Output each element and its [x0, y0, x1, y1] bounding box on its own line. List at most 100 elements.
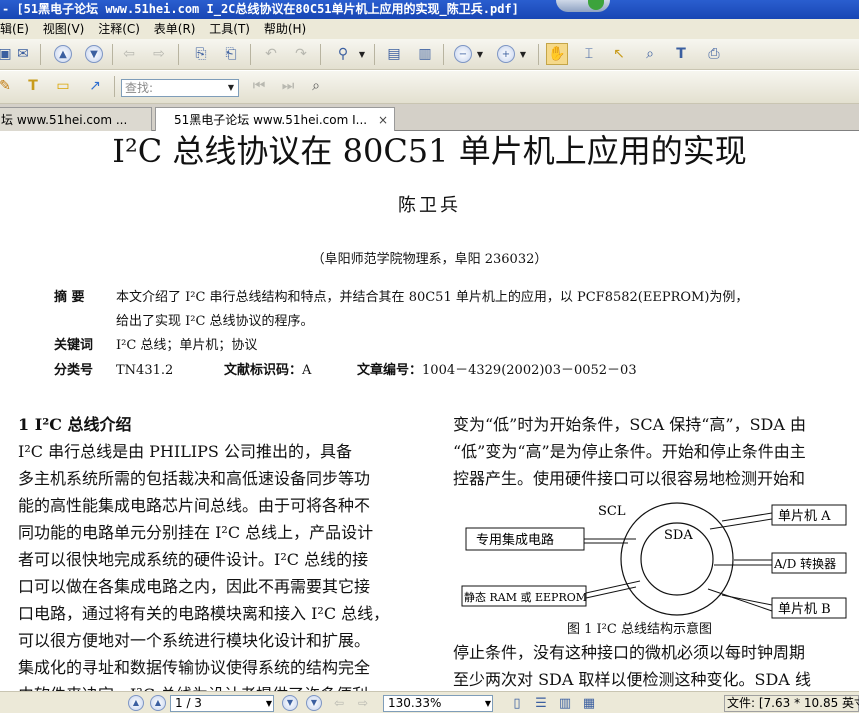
classification-label: 分类号 — [54, 363, 94, 378]
connector — [707, 588, 773, 612]
connector — [709, 518, 773, 530]
paper-affiliation: （阜阳师范学院物理系，阜阳 236032） — [311, 252, 548, 267]
previous-page-icon[interactable]: ▲ — [150, 695, 166, 711]
sticky-note-icon[interactable]: ▭ — [52, 75, 74, 97]
keywords-value: I²C 总线；单片机；协议 — [116, 338, 258, 353]
next-page-icon[interactable]: ▼ — [85, 45, 103, 63]
back-icon[interactable]: ⇦ — [118, 43, 140, 65]
section-heading: 1 I²C 总线介绍 — [18, 415, 132, 434]
statusbar: ▲ ▲ 1 / 3 ▼ ▼ ▼ ⇦ ⇨ 130.33% ▼ ▯ ☰ ▥ ▦ 文件… — [0, 691, 859, 713]
hand-tool-icon[interactable]: ✋ — [546, 43, 568, 65]
toolbar-separator — [40, 44, 41, 65]
last-page-icon[interactable]: ▼ — [306, 695, 322, 711]
continuous-facing-icon[interactable]: ▦ — [578, 692, 600, 714]
window-title: - [51黑电子论坛 www.51hei.com I_2C总线协议在80C51单… — [0, 0, 859, 19]
main-toolbar: ▣ ✉ ▲ ▼ ⇦ ⇨ ⎘ ⎗ ↶ ↷ ⚲ ▼ ▤ ▥ − ▼ + ▼ ✋ ⌶ … — [0, 39, 859, 70]
extract-page-icon[interactable]: ⎘ — [190, 43, 212, 65]
menu-view[interactable]: 视图(V) — [43, 22, 85, 36]
facing-icon[interactable]: ▥ — [554, 692, 576, 714]
box-mcu-b-label: 单片机 B — [778, 602, 831, 617]
redo-icon[interactable]: ↷ — [290, 43, 312, 65]
document-info: 文件: [7.63 * 10.85 英寸] — [724, 695, 859, 712]
single-page-icon[interactable]: ▯ — [506, 692, 528, 714]
box-mcu-a-label: 单片机 A — [778, 509, 831, 524]
doc-id-label: 文献标识码： — [224, 363, 303, 378]
search-input[interactable]: 查找: ▼ — [121, 79, 239, 97]
pencil-icon[interactable]: ✎ — [0, 75, 16, 97]
text-box-icon[interactable]: T — [22, 75, 44, 97]
zoom-dropdown-icon[interactable]: ▼ — [356, 43, 368, 65]
zoom-icon[interactable]: ⚲ — [332, 43, 354, 65]
body-line: 能的高性能集成电路芯片间总线。由于可将各种不 — [18, 496, 371, 515]
zoom-out-icon[interactable]: − — [454, 45, 472, 63]
first-page-icon[interactable]: ▲ — [128, 695, 144, 711]
forward-icon[interactable]: ⇨ — [352, 692, 374, 714]
snapshot-icon[interactable]: ⎙ — [703, 43, 725, 65]
menu-forms[interactable]: 表单(R) — [154, 22, 196, 36]
undo-icon[interactable]: ↶ — [260, 43, 282, 65]
zoom-in-dropdown-icon[interactable]: ▼ — [517, 43, 529, 65]
previous-page-icon[interactable]: ▲ — [54, 45, 72, 63]
article-no-value: 1004－4329(2002)03－0052－03 — [422, 363, 637, 378]
box-ram-label: 静态 RAM 或 EEPROM — [464, 590, 587, 604]
search-placeholder: 查找: — [125, 81, 154, 95]
find-previous-icon[interactable]: ⏮ — [248, 75, 270, 97]
body-line: 由软件来决定。I²C 总线为设计者提供了许多便利， — [18, 681, 418, 691]
continuous-icon[interactable]: ☰ — [530, 692, 552, 714]
menubar: 辑(E) 视图(V) 注释(C) 表单(R) 工具(T) 帮助(H) — [0, 19, 859, 39]
paper-author: 陈卫兵 — [398, 195, 461, 216]
doc-id-value: A — [302, 363, 312, 378]
zoom-out-dropdown-icon[interactable]: ▼ — [474, 43, 486, 65]
menu-edit[interactable]: 辑(E) — [0, 22, 29, 36]
toolbar-separator — [443, 44, 444, 65]
document-tabs: 坛 www.51hei.com ... 51黑电子论坛 www.51hei.co… — [0, 104, 859, 132]
close-icon[interactable]: × — [378, 108, 388, 132]
page-dropdown-icon[interactable]: ▼ — [266, 696, 272, 711]
document-page: I²C 总线协议在 80C51 单片机上应用的实现 陈卫兵 （阜阳师范学院物理系… — [0, 131, 859, 691]
email-icon[interactable]: ✉ — [12, 43, 34, 65]
fit-page-icon[interactable]: ▤ — [383, 43, 405, 65]
zoom-dropdown-icon[interactable]: ▼ — [485, 696, 491, 711]
find-next-icon[interactable]: ⏭ — [277, 75, 299, 97]
back-icon[interactable]: ⇦ — [328, 692, 350, 714]
tab-document-1[interactable]: 坛 www.51hei.com ... — [0, 107, 152, 131]
insert-page-icon[interactable]: ⎗ — [220, 43, 242, 65]
body-line: “低”变为“高”是为停止条件。开始和停止条件由主 — [453, 442, 806, 461]
scl-ring — [620, 502, 734, 616]
tab-label: 51黑电子论坛 www.51hei.com I... — [174, 113, 368, 127]
typewriter-icon[interactable]: T — [670, 43, 692, 65]
page-number-field[interactable]: 1 / 3 ▼ — [170, 695, 274, 712]
menu-comment[interactable]: 注释(C) — [98, 22, 140, 36]
toolbar-separator — [374, 44, 375, 65]
forward-icon[interactable]: ⇨ — [148, 43, 170, 65]
sda-label: SDA — [664, 528, 693, 543]
search-dropdown-icon[interactable]: ▼ — [224, 80, 238, 96]
left-column: 1 I²C 总线介绍 I²C 串行总线是由 PHILIPS 公司推出的，具备 多… — [18, 411, 418, 691]
next-page-icon[interactable]: ▼ — [282, 695, 298, 711]
find-icon[interactable]: ⌕ — [639, 43, 661, 65]
toolbar-separator — [112, 44, 113, 65]
select-arrow-icon[interactable]: ↖ — [608, 43, 630, 65]
figure-caption: 图 1 I²C 总线结构示意图 — [567, 622, 712, 637]
fit-width-icon[interactable]: ▥ — [414, 43, 436, 65]
menu-help[interactable]: 帮助(H) — [264, 22, 306, 36]
classification: 分类号 TN431.2 文献标识码：A 文章编号：1004－4329(2002)03－… — [54, 360, 637, 382]
keywords: 关键词 I²C 总线；单片机；协议 — [54, 335, 257, 357]
tab-document-2[interactable]: 51黑电子论坛 www.51hei.com I... × — [155, 107, 395, 132]
page-number: 1 / 3 — [175, 696, 202, 710]
advanced-search-icon[interactable]: ⌕ — [305, 75, 327, 97]
body-line: I²C 串行总线是由 PHILIPS 公司推出的，具备 — [18, 442, 352, 461]
body-line: 口可以做在各集成电路之内，因此不再需要其它接 — [18, 577, 371, 596]
body-line: 停止条件，没有这种接口的微机必须以每时钟周期 — [453, 643, 806, 662]
zoom-field[interactable]: 130.33% ▼ — [383, 695, 493, 712]
zoom-value: 130.33% — [388, 696, 442, 710]
text-select-icon[interactable]: ⌶ — [578, 43, 600, 65]
classification-value: TN431.2 — [116, 363, 174, 378]
right-column-continued: 停止条件，没有这种接口的微机必须以每时钟周期 至少两次对 SDA 取样以便检测这… — [453, 639, 859, 691]
arrow-icon[interactable]: ↗ — [84, 75, 106, 97]
article-no-label: 文章编号： — [357, 363, 423, 378]
menu-tools[interactable]: 工具(T) — [209, 22, 250, 36]
paper-title: I²C 总线协议在 80C51 单片机上应用的实现 — [112, 132, 747, 170]
zoom-in-icon[interactable]: + — [497, 45, 515, 63]
body-line: 口电路，通过将有关的电路模块离和接入 I²C 总线， — [18, 604, 390, 623]
